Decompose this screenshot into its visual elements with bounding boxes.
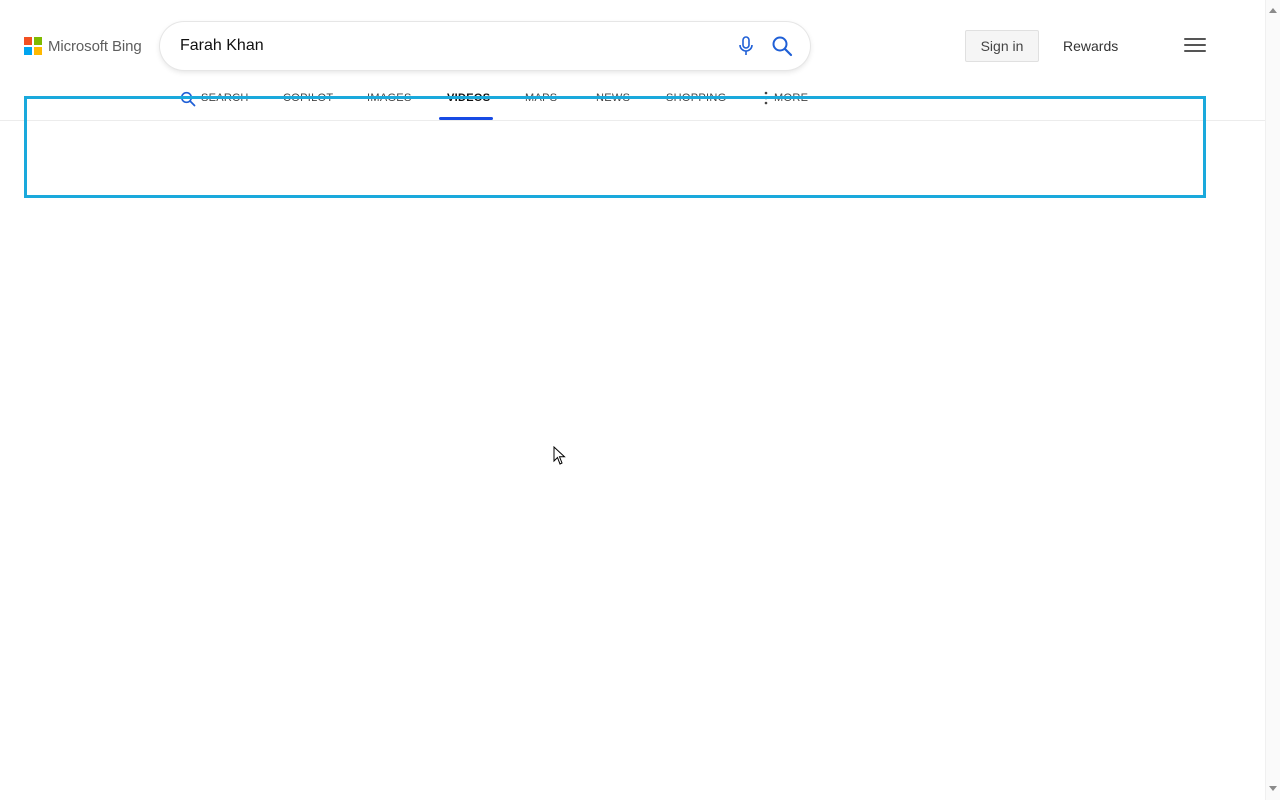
sign-in-button[interactable]: Sign in bbox=[965, 30, 1039, 62]
tab-label: MAPS bbox=[525, 92, 558, 104]
tab-maps[interactable]: MAPS bbox=[525, 92, 557, 120]
vertical-scrollbar[interactable] bbox=[1265, 0, 1280, 800]
tab-videos[interactable]: VIDEOS bbox=[447, 92, 490, 120]
tab-label: MORE bbox=[774, 92, 809, 104]
mouse-cursor-icon bbox=[553, 445, 567, 466]
tab-label: SHOPPING bbox=[666, 92, 727, 104]
scroll-down-arrow-icon[interactable] bbox=[1269, 786, 1277, 791]
search-input[interactable] bbox=[180, 34, 720, 58]
tab-shopping[interactable]: SHOPPING bbox=[666, 92, 726, 120]
bing-logo[interactable]: Microsoft Bing bbox=[24, 36, 142, 56]
tab-label: COPILOT bbox=[283, 92, 334, 104]
tab-label: NEWS bbox=[596, 92, 631, 104]
tab-label: VIDEOS bbox=[447, 92, 491, 104]
vertical-tabs: SEARCH COPILOT IMAGES VIDEOS MAPS NEWS S… bbox=[0, 88, 1280, 120]
tab-label: IMAGES bbox=[367, 92, 412, 104]
logo-text: Microsoft Bing bbox=[48, 37, 142, 55]
tab-label: SEARCH bbox=[201, 92, 249, 104]
rewards-link[interactable]: Rewards bbox=[1063, 38, 1118, 54]
vertical-ellipsis-icon bbox=[764, 91, 768, 105]
tab-news[interactable]: NEWS bbox=[596, 92, 630, 120]
header-divider bbox=[0, 120, 1265, 121]
microphone-icon[interactable] bbox=[735, 35, 757, 57]
tab-copilot[interactable]: COPILOT bbox=[283, 92, 333, 120]
microsoft-logo-icon bbox=[24, 37, 42, 55]
tab-images[interactable]: IMAGES bbox=[367, 92, 412, 120]
search-icon bbox=[180, 91, 196, 107]
search-box bbox=[160, 22, 810, 70]
hamburger-menu-icon[interactable] bbox=[1184, 38, 1206, 54]
tab-search[interactable]: SEARCH bbox=[180, 91, 249, 120]
scroll-up-arrow-icon[interactable] bbox=[1269, 8, 1277, 13]
search-icon[interactable] bbox=[771, 35, 793, 57]
bing-page: Microsoft Bing Sign in Rewards bbox=[0, 0, 1280, 800]
tab-more[interactable]: MORE bbox=[763, 91, 809, 120]
